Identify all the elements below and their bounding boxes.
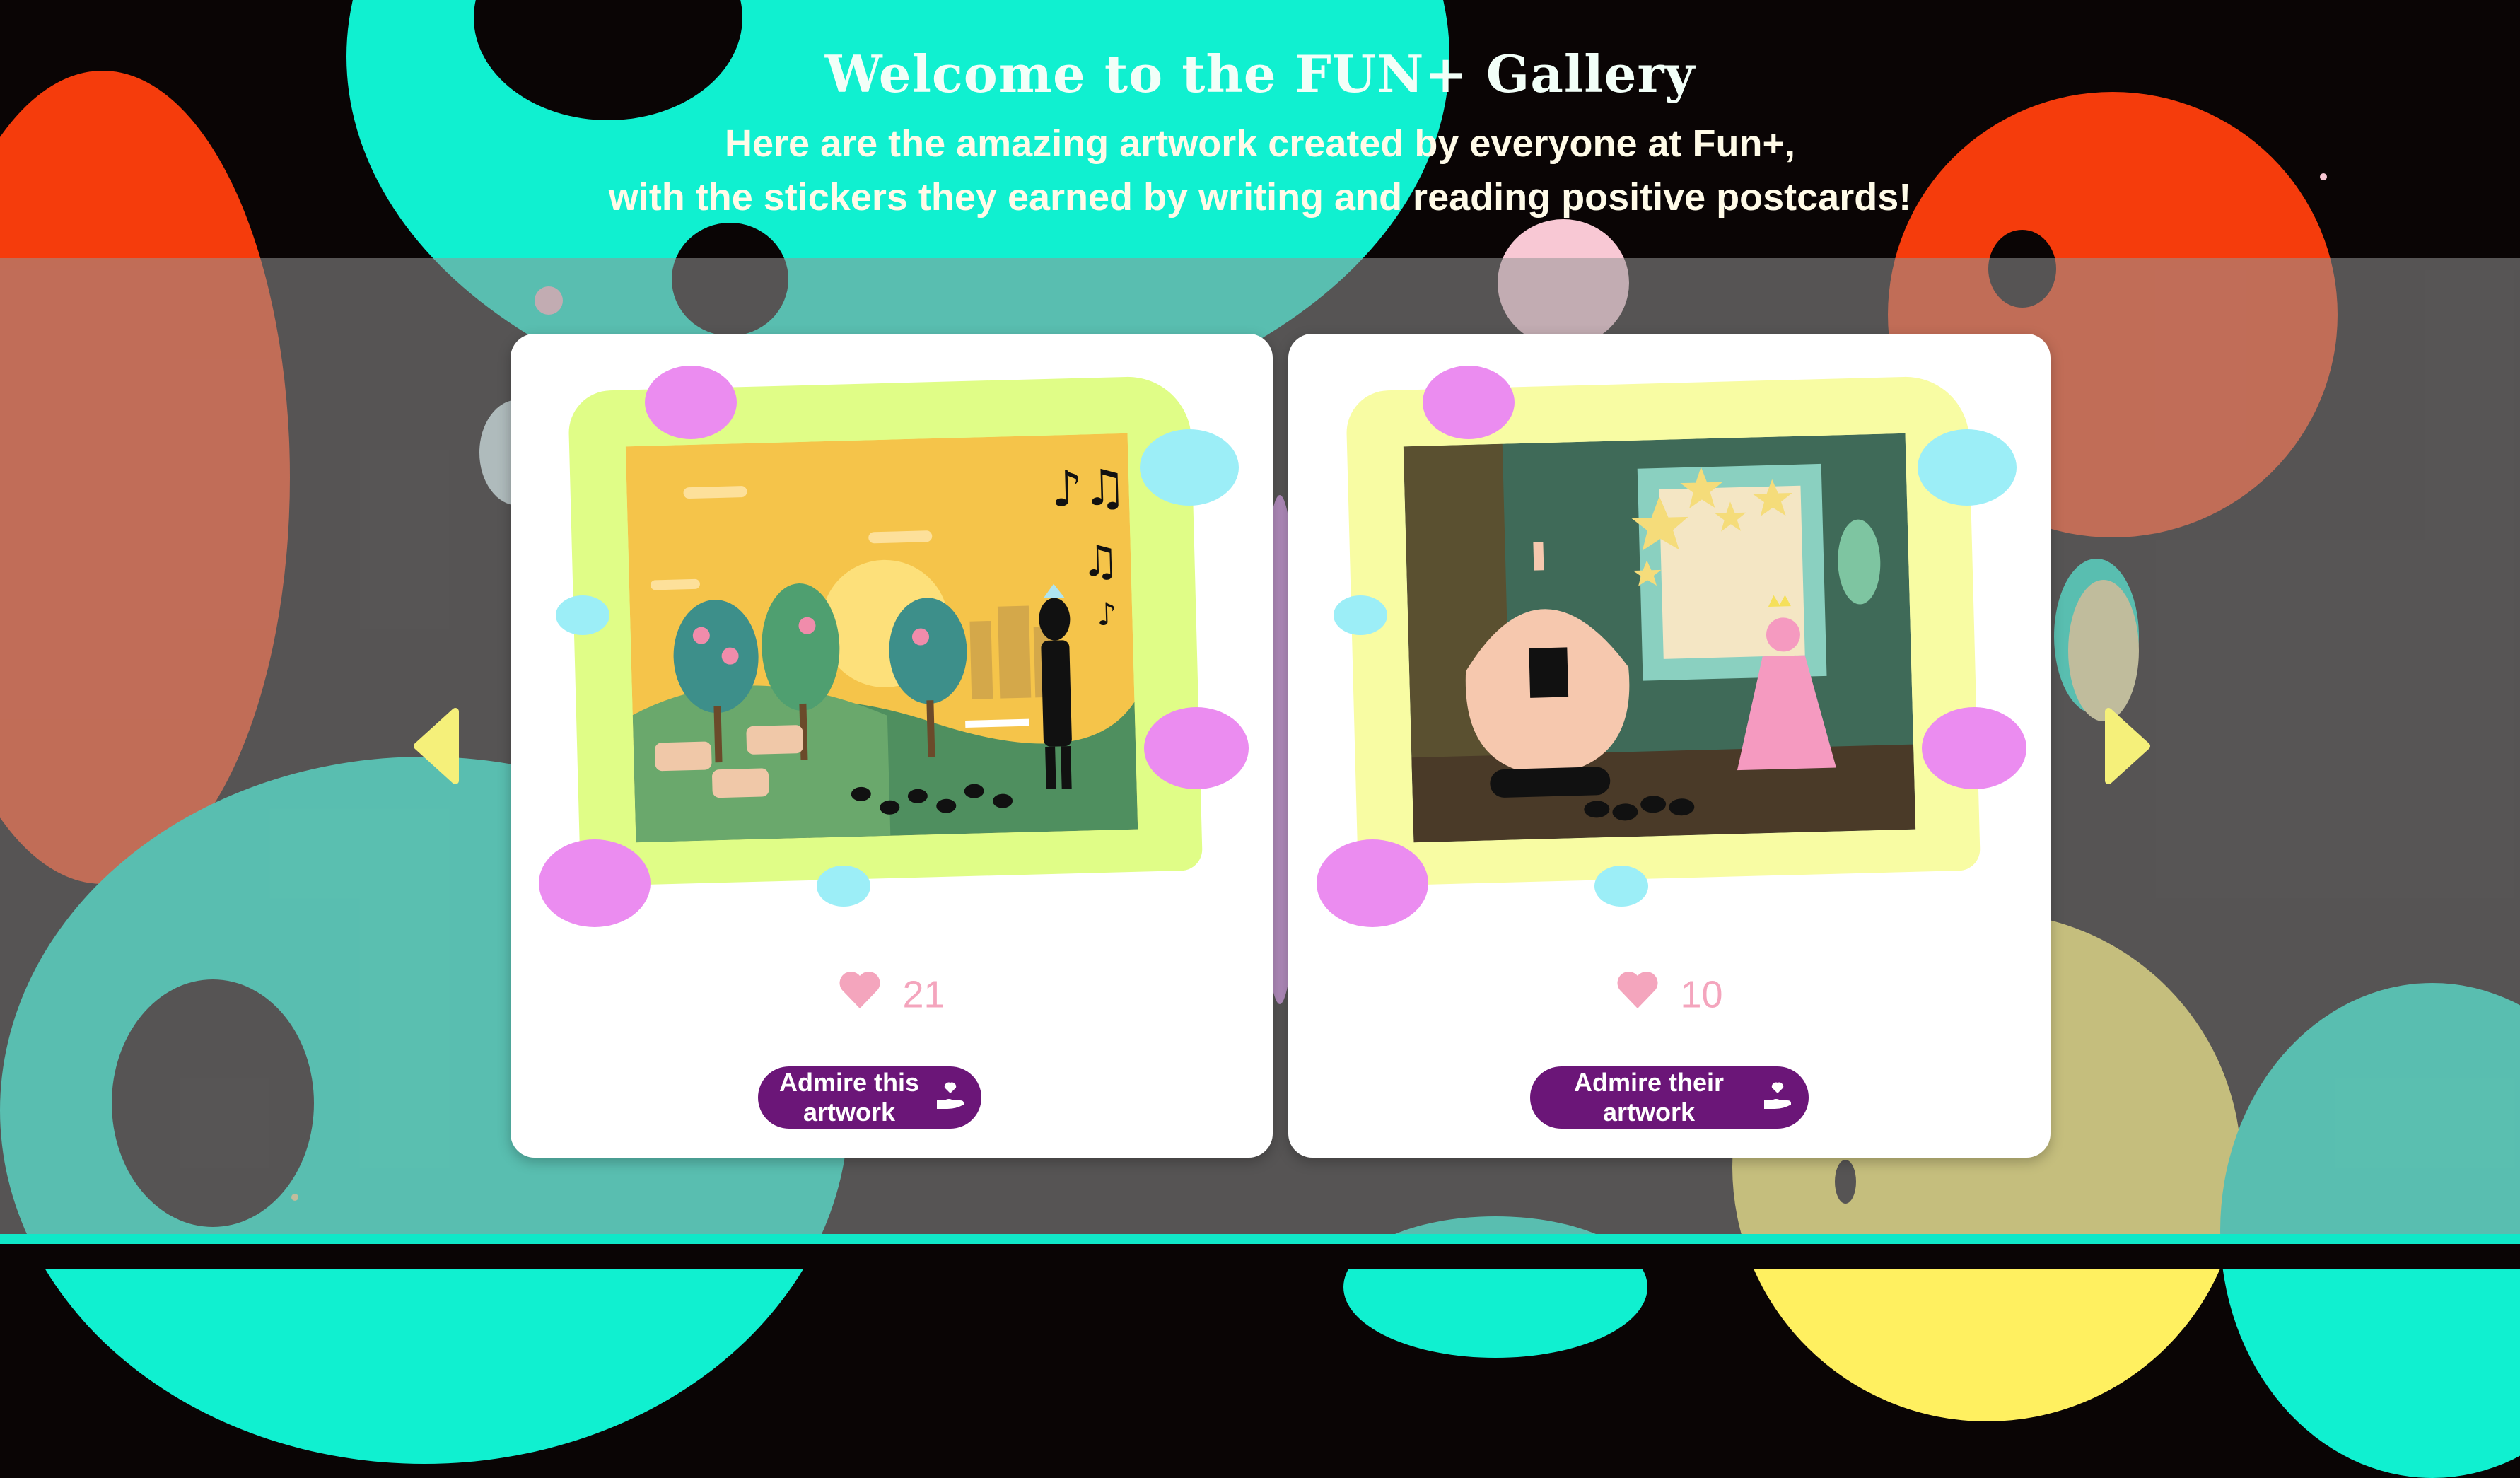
hand-heart-icon	[1762, 1079, 1793, 1117]
chevron-right-icon[interactable]	[2104, 707, 2151, 788]
admire-button-label: Admire their artwork	[1573, 1068, 1725, 1127]
artwork-frame: ♪♫ ♫ ♪	[539, 366, 1249, 927]
sticker-dot	[645, 366, 737, 439]
sticker-dot	[1918, 429, 2017, 506]
chevron-left-icon[interactable]	[413, 707, 460, 788]
subtitle-line: Here are the amazing artwork created by …	[724, 122, 1796, 165]
heart-icon[interactable]	[1616, 970, 1659, 1019]
page-title: Welcome to the FUN+ Gallery	[824, 44, 1696, 105]
sticker-dot	[1594, 866, 1648, 907]
like-count: 10	[1288, 970, 2051, 1019]
admire-button-label: Admire this artwork	[778, 1068, 920, 1127]
sticker-dot	[1423, 366, 1515, 439]
artwork-image-pumpkin[interactable]	[1403, 433, 1916, 843]
like-count-value: 10	[1680, 973, 1723, 1016]
artwork-image-park[interactable]: ♪♫ ♫ ♪	[625, 433, 1138, 843]
sticker-dot	[556, 595, 609, 635]
like-count-value: 21	[902, 973, 945, 1016]
subtitle-line: with the stickers they earned by writing…	[608, 176, 1912, 219]
sticker-dot	[539, 839, 651, 927]
sticker-dot	[1922, 707, 2026, 789]
page-subtitle: Here are the amazing artwork created by …	[0, 117, 2520, 224]
footer-strip	[0, 1234, 2520, 1244]
artwork-card: ♪♫ ♫ ♪ 21 Admire this artwork	[511, 334, 1273, 1158]
heart-icon[interactable]	[838, 970, 882, 1019]
admire-artwork-button[interactable]: Admire this artwork	[758, 1066, 981, 1129]
svg-text:♫: ♫	[1080, 536, 1120, 586]
like-count: 21	[511, 970, 1273, 1019]
hand-heart-icon	[935, 1079, 966, 1117]
sticker-dot	[1317, 839, 1428, 927]
artwork-frame	[1317, 366, 2026, 927]
sticker-dot	[817, 866, 870, 907]
sticker-dot	[1334, 595, 1387, 635]
artwork-card: 10 Admire their artwork	[1288, 334, 2051, 1158]
admire-artwork-button[interactable]: Admire their artwork	[1530, 1066, 1809, 1129]
svg-text:♪♫: ♪♫	[1051, 458, 1128, 518]
svg-text:♪: ♪	[1097, 596, 1117, 633]
sticker-dot	[1144, 707, 1249, 789]
sticker-dot	[1140, 429, 1239, 506]
